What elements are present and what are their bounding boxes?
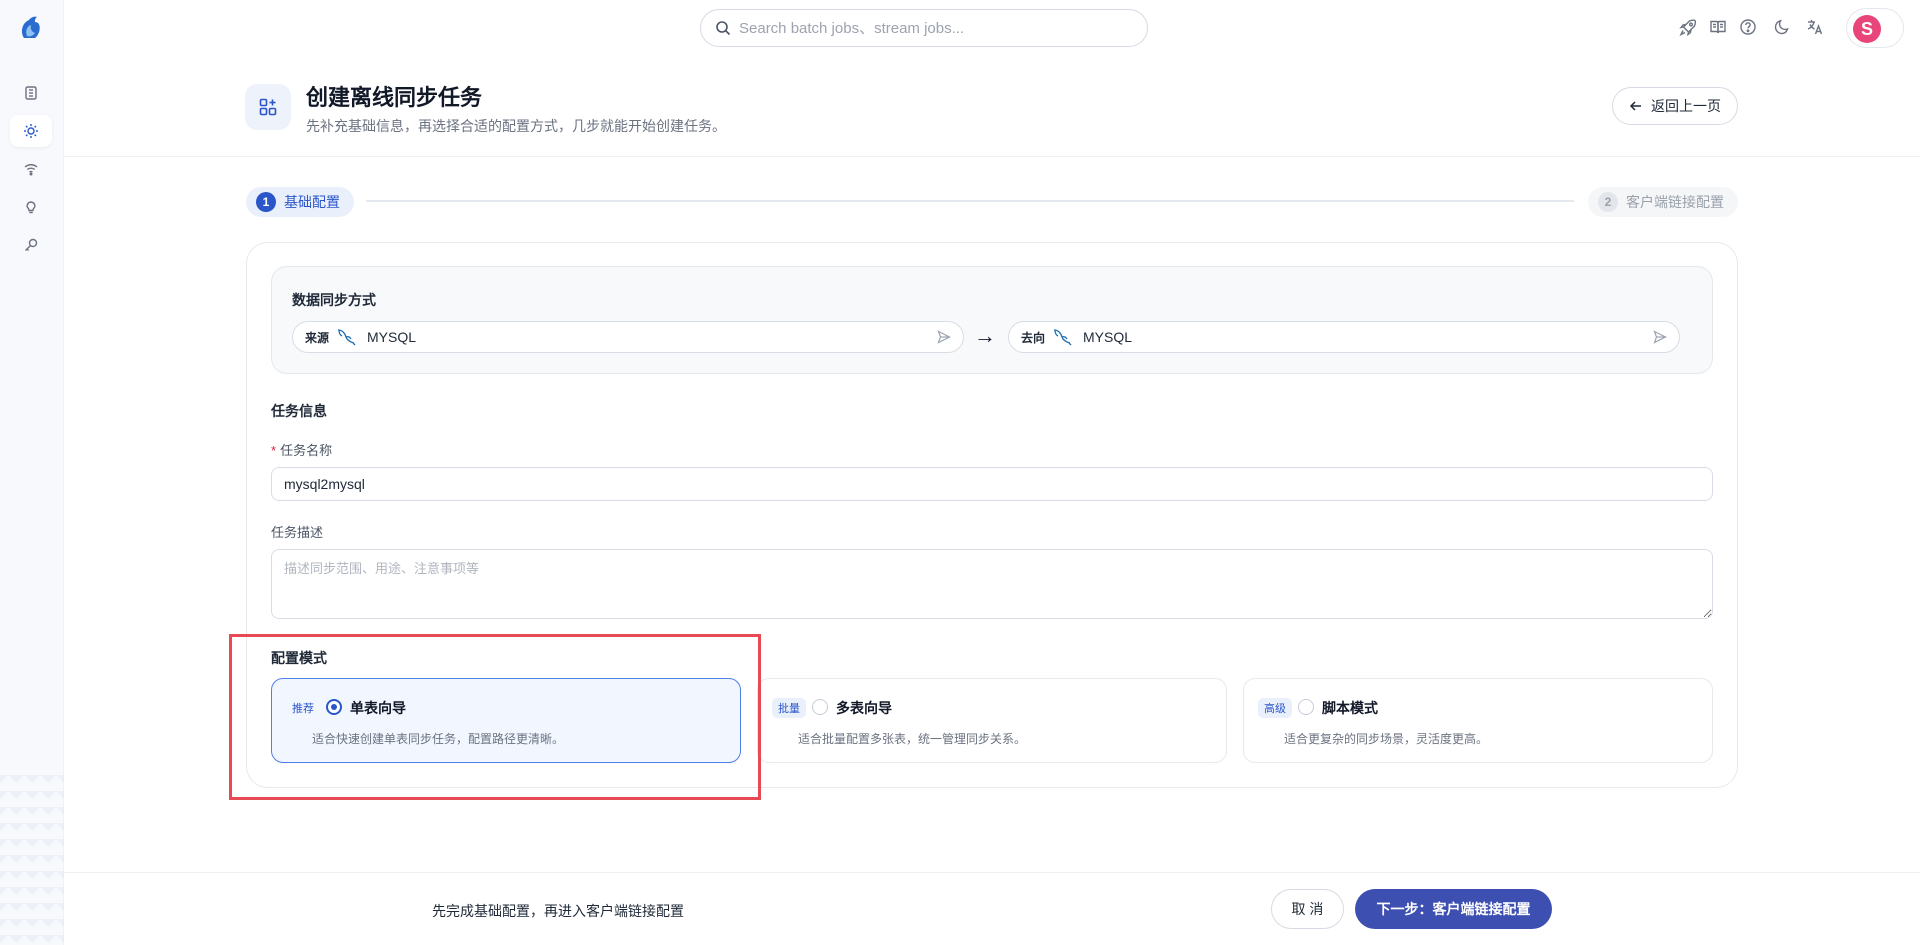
grid-plus-icon <box>259 98 277 116</box>
mysql-dolphin-icon <box>337 329 356 346</box>
book-icon[interactable] <box>1707 16 1729 38</box>
step-number: 2 <box>1598 192 1618 212</box>
header-divider <box>64 156 1920 157</box>
task-desc-input[interactable] <box>271 549 1713 619</box>
stepper-connector <box>366 200 1574 202</box>
back-button[interactable]: 返回上一页 <box>1612 87 1738 125</box>
target-tag: 去向 <box>1021 330 1046 345</box>
search-input[interactable] <box>739 19 1119 37</box>
cancel-button[interactable]: 取 消 <box>1271 889 1344 929</box>
footer-hint: 先完成基础配置，再进入客户端链接配置 <box>432 903 684 919</box>
nav-wifi-icon[interactable] <box>10 153 52 185</box>
task-name-label: * 任务名称 <box>271 440 332 459</box>
rocket-icon[interactable] <box>1677 16 1699 38</box>
mode-option-multi-table[interactable]: 批量 多表向导 适合批量配置多张表，统一管理同步关系。 <box>757 678 1227 763</box>
help-icon[interactable] <box>1737 16 1759 38</box>
source-tag: 来源 <box>305 330 330 345</box>
app-logo-icon[interactable] <box>18 14 44 42</box>
back-button-label: 返回上一页 <box>1651 98 1721 114</box>
user-menu[interactable]: S <box>1846 8 1904 48</box>
send-icon[interactable] <box>1653 330 1667 344</box>
target-datasource-name: MYSQL <box>1083 329 1133 345</box>
task-info-title: 任务信息 <box>271 403 327 419</box>
rail-pattern <box>0 775 64 945</box>
mysql-dolphin-icon <box>1053 329 1072 346</box>
sync-direction-arrow: → <box>974 323 996 348</box>
step-basic-config[interactable]: 1 基础配置 <box>246 187 354 217</box>
moon-icon[interactable] <box>1771 16 1793 38</box>
nav-key-search-icon[interactable] <box>10 229 52 261</box>
step-number: 1 <box>256 192 276 212</box>
mode-desc: 适合更复杂的同步场景，灵活度更高。 <box>1284 732 1489 746</box>
mode-desc: 适合批量配置多张表，统一管理同步关系。 <box>798 732 1027 746</box>
page-header-icon <box>245 84 291 130</box>
source-datasource-field[interactable]: 来源 MYSQL <box>292 321 964 353</box>
sync-method-panel <box>271 266 1713 374</box>
mode-radio[interactable] <box>812 699 828 715</box>
sync-method-title: 数据同步方式 <box>292 292 376 308</box>
send-icon[interactable] <box>937 330 951 344</box>
mode-badge: 批量 <box>772 698 806 718</box>
step-label: 基础配置 <box>284 194 340 210</box>
mode-title: 脚本模式 <box>1322 700 1378 716</box>
page-subtitle: 先补充基础信息，再选择合适的配置方式，几步就能开始创建任务。 <box>306 118 726 134</box>
highlight-box <box>229 634 761 800</box>
mode-option-script[interactable]: 高级 脚本模式 适合更复杂的同步场景，灵活度更高。 <box>1243 678 1713 763</box>
task-desc-label: 任务描述 <box>271 525 324 540</box>
mode-radio[interactable] <box>1298 699 1314 715</box>
step-label: 客户端链接配置 <box>1626 194 1724 210</box>
target-datasource-field[interactable]: 去向 MYSQL <box>1008 321 1680 353</box>
nav-settings-sun-icon[interactable] <box>10 115 52 147</box>
nav-lightbulb-icon[interactable] <box>10 191 52 223</box>
search-icon <box>716 21 731 36</box>
translate-icon[interactable] <box>1804 16 1826 38</box>
task-name-input[interactable] <box>271 467 1713 501</box>
page-title: 创建离线同步任务 <box>306 85 483 110</box>
source-datasource-name: MYSQL <box>367 329 417 345</box>
global-search[interactable] <box>700 9 1148 47</box>
nav-list-icon[interactable] <box>10 77 52 109</box>
next-step-button[interactable]: 下一步：客户端链接配置 <box>1355 889 1552 929</box>
mode-title: 多表向导 <box>836 700 892 716</box>
arrow-left-icon <box>1629 101 1641 111</box>
footer-divider <box>64 872 1920 873</box>
avatar[interactable]: S <box>1853 15 1881 43</box>
step-client-link-config[interactable]: 2 客户端链接配置 <box>1588 187 1738 217</box>
mode-badge: 高级 <box>1258 698 1292 718</box>
task-name-label-text: 任务名称 <box>280 443 333 458</box>
left-rail <box>0 0 64 945</box>
required-mark: * <box>271 443 277 458</box>
